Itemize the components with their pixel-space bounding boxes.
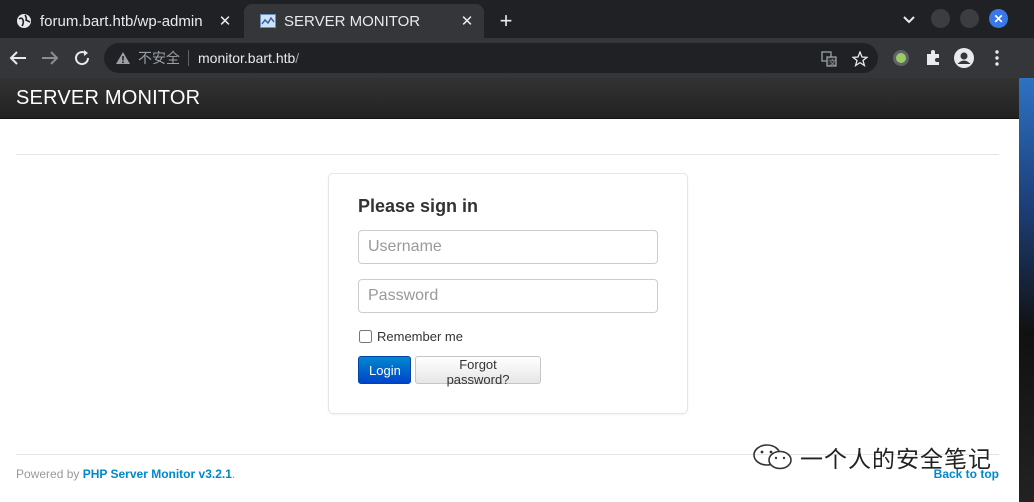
footer-suffix: . [231,467,236,481]
remember-me-checkbox[interactable] [359,330,372,343]
translate-icon[interactable]: 文 [820,50,838,68]
desktop-background-strip [1019,78,1034,502]
url-host: monitor.bart.htb [198,50,296,66]
extension-status-icon[interactable] [891,48,911,68]
window-close-button[interactable]: ✕ [989,9,1008,28]
remember-me-label: Remember me [377,329,463,344]
divider [188,50,189,66]
avatar[interactable] [954,48,974,68]
brand-title[interactable]: SERVER MONITOR [16,87,200,110]
maximize-button[interactable] [960,9,979,28]
php-server-monitor-link[interactable]: PHP Server Monitor v3.2.1 [83,467,232,481]
signin-heading: Please sign in [358,196,479,216]
close-icon[interactable]: ✕ [458,12,476,30]
globe-icon [16,13,32,29]
tab-title: forum.bart.htb/wp-admin [40,12,203,30]
password-input[interactable] [358,279,658,313]
reload-icon[interactable] [70,46,94,70]
username-input[interactable] [358,230,658,264]
browser-tab-strip: forum.bart.htb/wp-admin ✕ SERVER MONITOR… [0,0,1034,38]
close-icon[interactable]: ✕ [216,12,234,30]
puzzle-extensions-icon[interactable] [923,48,943,68]
top-navbar: SERVER MONITOR [0,78,1019,119]
new-tab-button[interactable]: + [493,8,519,34]
warning-icon[interactable] [114,49,132,67]
forward-arrow-icon[interactable] [38,46,62,70]
tab-title: SERVER MONITOR [284,12,421,30]
login-button[interactable]: Login [358,356,411,384]
forgot-password-button[interactable]: Forgot password? [415,356,541,387]
minimize-button[interactable] [931,9,950,28]
footer-credit: Powered by PHP Server Monitor v3.2.1. [16,467,235,481]
url-path: / [295,50,300,66]
browser-toolbar: 不安全 monitor.bart.htb / 文 [0,38,1034,78]
wechat-icon [753,444,792,470]
page-viewport: SERVER MONITOR Please sign in Remember m… [0,78,1019,502]
tab-search-chevron-icon[interactable] [898,10,920,30]
signin-form: Please sign in Remember me Login Forgot … [328,173,688,414]
svg-text:文: 文 [829,58,836,67]
divider [16,154,999,155]
back-to-top-link[interactable]: Back to top [934,467,999,481]
security-status: 不安全 [138,50,180,66]
page-favicon-icon [260,13,276,29]
kebab-menu-icon[interactable] [987,48,1007,68]
tab-forum[interactable]: forum.bart.htb/wp-admin ✕ [0,4,242,38]
footer-prefix: Powered by [16,467,83,481]
address-bar[interactable]: 不安全 monitor.bart.htb / 文 [104,43,878,73]
remember-me-row[interactable]: Remember me [358,329,463,344]
tab-server-monitor[interactable]: SERVER MONITOR ✕ [244,4,484,38]
back-arrow-icon[interactable] [6,46,30,70]
star-icon[interactable] [851,50,869,68]
